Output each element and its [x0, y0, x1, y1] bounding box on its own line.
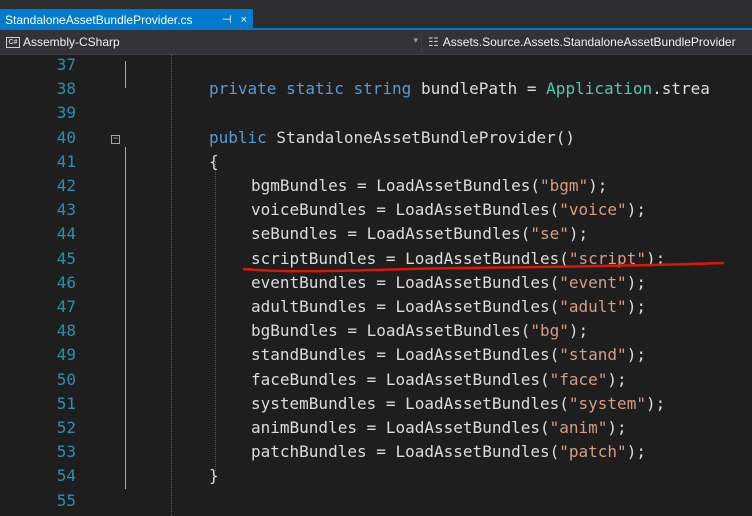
- project-dropdown[interactable]: C# Assembly-CSharp ▾: [0, 32, 422, 52]
- code-editor[interactable]: 37 38 39 40 41 42 43 44 45 46 47 48 49 50 51 52 53 54 55 −…: [0, 55, 752, 516]
- red-underline-annotation: [242, 261, 725, 273]
- tab-bar: StandaloneAssetBundleProvider.cs ⊣ ×: [0, 0, 752, 30]
- tab-filename: StandaloneAssetBundleProvider.cs: [5, 12, 193, 27]
- navigation-bar: C# Assembly-CSharp ▾ ☷ Assets.Source.Ass…: [0, 30, 752, 55]
- close-icon[interactable]: ×: [241, 14, 247, 26]
- scope-name: Assets.Source.Assets.StandaloneAssetBund…: [442, 35, 736, 49]
- project-name: Assembly-CSharp: [23, 35, 120, 49]
- namespace-icon: ☷: [428, 35, 439, 49]
- chevron-down-icon: ▾: [413, 35, 418, 45]
- scope-dropdown[interactable]: ☷ Assets.Source.Assets.StandaloneAssetBu…: [424, 32, 752, 52]
- csharp-project-icon: C#: [6, 36, 20, 48]
- pin-icon[interactable]: ⊣: [222, 13, 232, 26]
- editor-tab[interactable]: StandaloneAssetBundleProvider.cs ⊣ ×: [0, 9, 253, 30]
